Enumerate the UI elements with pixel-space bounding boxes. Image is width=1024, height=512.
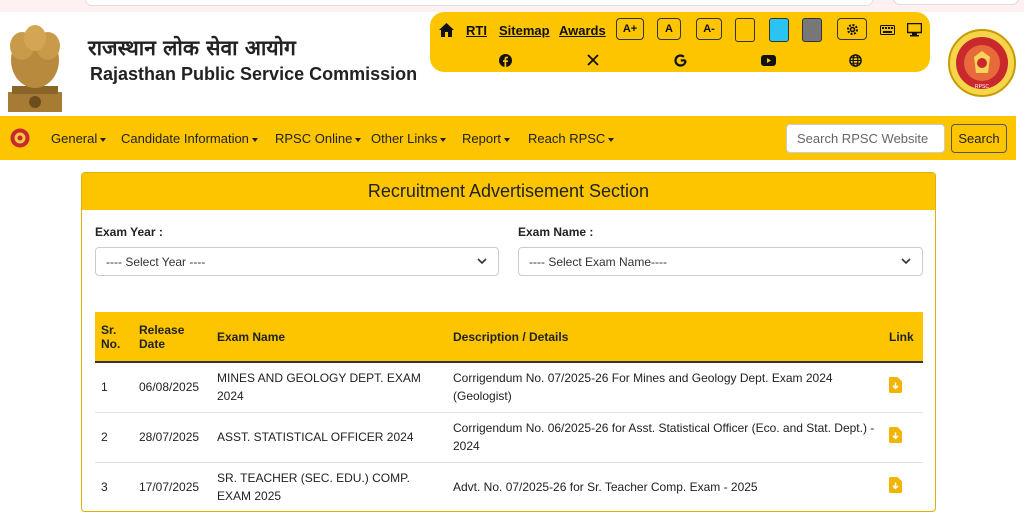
caret-down-icon [504, 137, 511, 142]
cell-link [883, 412, 923, 463]
sitemap-link[interactable]: Sitemap [499, 23, 550, 38]
col-header-release-date: Release Date [133, 312, 211, 363]
exam-name-label: Exam Name : [518, 225, 594, 239]
nav-report-label: Report [462, 131, 502, 146]
cell-description: Corrigendum No. 06/2025-26 for Asst. Sta… [447, 412, 883, 463]
col-header-exam-name: Exam Name [211, 312, 447, 363]
recruitment-advertisement-card: Recruitment Advertisement Section Exam Y… [81, 172, 936, 512]
cell-release-date: 06/08/2025 [133, 362, 211, 413]
cell-release-date: 28/07/2025 [133, 412, 211, 463]
rpsc-seal-logo: RPSC [948, 29, 1016, 97]
keyboard-icon[interactable] [879, 23, 895, 37]
site-header: राजस्थान लोक सेवा आयोग Rajasthan Public … [0, 12, 1024, 116]
nav-reach-rpsc-label: Reach RPSC [528, 131, 606, 146]
chevron-down-icon [901, 258, 911, 265]
nav-other-links[interactable]: Other Links [371, 131, 447, 146]
nav-general[interactable]: General [51, 131, 107, 146]
youtube-icon[interactable] [760, 53, 776, 67]
exam-name-selected-value: ---- Select Exam Name---- [529, 255, 668, 269]
caret-down-icon [100, 137, 107, 142]
cell-description: Corrigendum No. 07/2025-26 For Mines and… [447, 362, 883, 413]
table-row: 2 28/07/2025 ASST. STATISTICAL OFFICER 2… [95, 412, 923, 463]
google-icon[interactable] [673, 53, 687, 67]
national-emblem-icon [8, 25, 62, 112]
cell-link [883, 362, 923, 413]
nav-candidate-information-label: Candidate Information [121, 131, 249, 146]
nav-rpsc-online[interactable]: RPSC Online [275, 131, 362, 146]
cell-exam-name: MINES AND GEOLOGY DEPT. EXAM 2024 [211, 362, 447, 413]
download-file-icon[interactable] [889, 426, 902, 443]
settings-button[interactable] [837, 18, 867, 40]
cell-sr: 2 [95, 412, 133, 463]
section-title: Recruitment Advertisement Section [82, 173, 935, 210]
col-header-sr: Sr. No. [95, 312, 133, 363]
caret-down-icon [251, 137, 258, 142]
main-navbar: General Candidate Information RPSC Onlin… [0, 116, 1016, 160]
exam-name-select[interactable]: ---- Select Exam Name---- [518, 247, 923, 276]
exam-year-label: Exam Year : [95, 225, 163, 239]
nav-candidate-information[interactable]: Candidate Information [121, 131, 258, 146]
theme-blue-swatch[interactable] [769, 18, 789, 42]
browser-top-strip [0, 0, 1024, 12]
table-header-row: Sr. No. Release Date Exam Name Descripti… [95, 312, 923, 363]
table-row: 1 06/08/2025 MINES AND GEOLOGY DEPT. EXA… [95, 362, 923, 413]
cell-link [883, 462, 923, 511]
rpsc-nav-logo-icon[interactable] [10, 128, 30, 148]
globe-icon[interactable] [848, 53, 862, 67]
cell-description: Advt. No. 07/2025-26 for Sr. Teacher Com… [447, 462, 883, 511]
caret-down-icon [608, 137, 615, 142]
cell-release-date: 17/07/2025 [133, 462, 211, 511]
nav-reach-rpsc[interactable]: Reach RPSC [528, 131, 615, 146]
gear-icon [846, 23, 858, 35]
font-increase-button[interactable]: A+ [616, 18, 644, 40]
home-icon[interactable] [438, 22, 454, 38]
col-header-description: Description / Details [447, 312, 883, 363]
chevron-down-icon [477, 258, 487, 265]
col-header-link: Link [883, 312, 923, 363]
x-icon[interactable] [586, 53, 600, 67]
theme-grey-swatch[interactable] [802, 18, 822, 42]
seal-lettering: RPSC [975, 84, 989, 90]
cell-sr: 1 [95, 362, 133, 413]
nav-report[interactable]: Report [462, 131, 511, 146]
monitor-icon[interactable] [906, 22, 922, 38]
rti-link[interactable]: RTI [466, 23, 487, 38]
download-file-icon[interactable] [889, 376, 902, 393]
table-row: 3 17/07/2025 SR. TEACHER (SEC. EDU.) COM… [95, 462, 923, 511]
exam-year-selected-value: ---- Select Year ---- [106, 255, 206, 269]
cell-exam-name: SR. TEACHER (SEC. EDU.) COMP. EXAM 2025 [211, 462, 447, 511]
advertisement-table: Sr. No. Release Date Exam Name Descripti… [95, 312, 923, 511]
org-name-english: Rajasthan Public Service Commission [90, 64, 418, 84]
font-normal-button[interactable]: A [657, 18, 681, 40]
caret-down-icon [440, 137, 447, 142]
awards-link[interactable]: Awards [559, 23, 606, 38]
site-search-button[interactable]: Search [951, 124, 1007, 153]
org-name-hindi: राजस्थान लोक सेवा आयोग [88, 36, 296, 60]
download-file-icon[interactable] [889, 476, 902, 493]
cell-sr: 3 [95, 462, 133, 511]
top-bar-input-secondary [893, 0, 1019, 5]
exam-year-select[interactable]: ---- Select Year ---- [95, 247, 499, 276]
site-search-input[interactable] [786, 124, 945, 153]
accessibility-toolbar: RTI Sitemap Awards A+ A A- [430, 12, 930, 72]
top-bar-input [84, 0, 874, 6]
cell-exam-name: ASST. STATISTICAL OFFICER 2024 [211, 412, 447, 463]
nav-general-label: General [51, 131, 98, 146]
facebook-icon[interactable] [498, 53, 512, 67]
nav-other-links-label: Other Links [371, 131, 438, 146]
font-decrease-button[interactable]: A- [696, 18, 722, 40]
nav-rpsc-online-label: RPSC Online [275, 131, 353, 146]
theme-default-swatch[interactable] [735, 18, 755, 42]
caret-down-icon [355, 137, 362, 142]
